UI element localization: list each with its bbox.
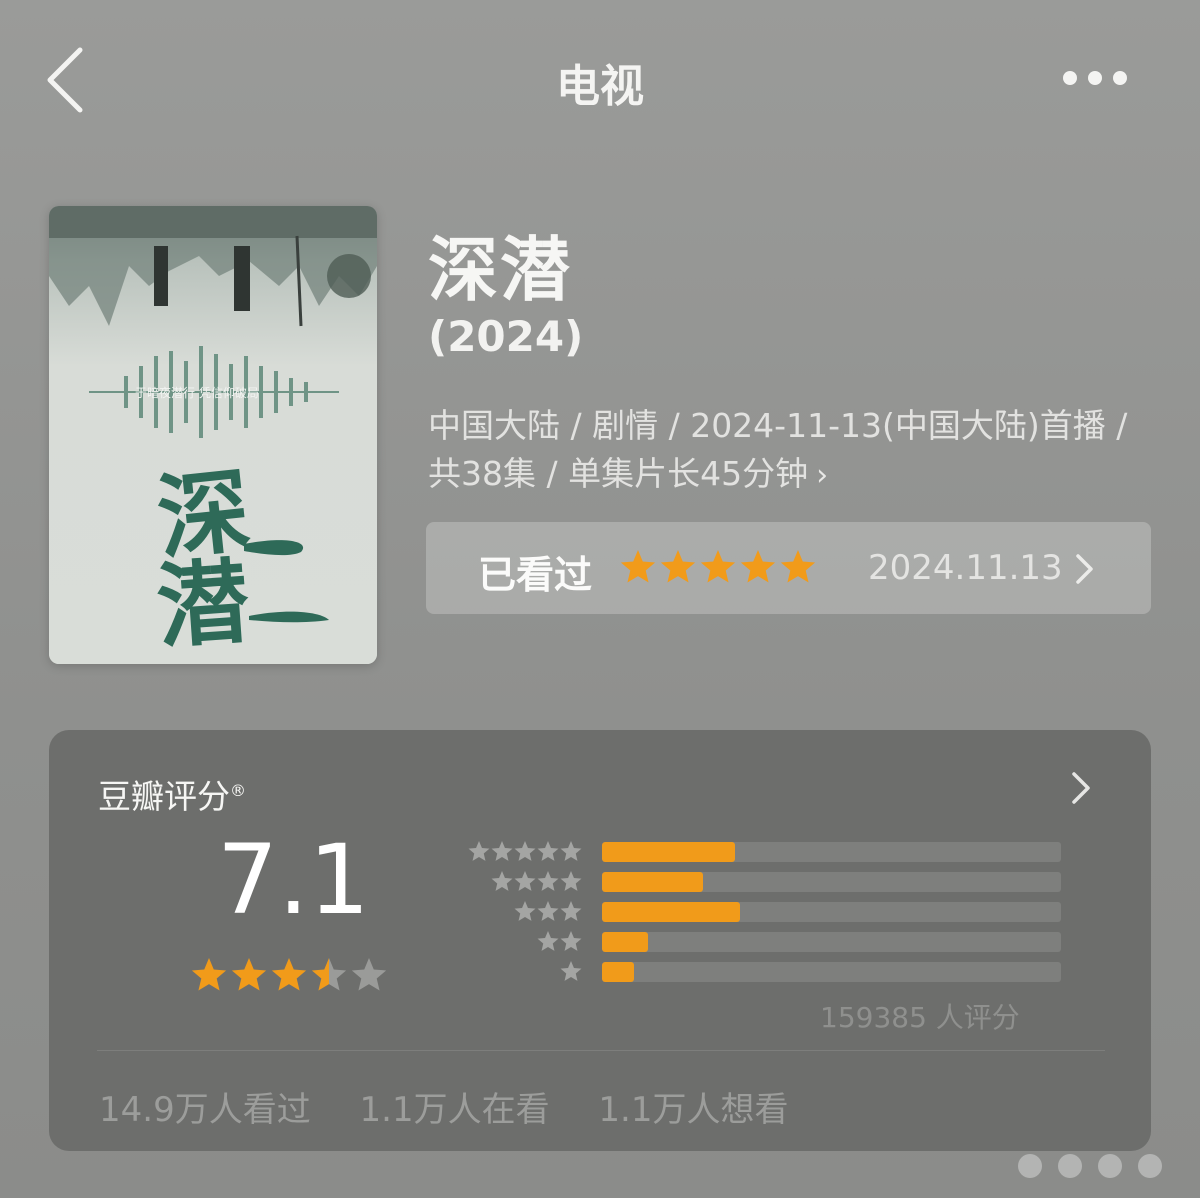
- star-icon: [660, 550, 696, 583]
- distribution-stars: [537, 931, 582, 951]
- douban-rating-card: 豆瓣评分® 7.1 159385 人评分 14.9万人看过 1.1万人在看 1.…: [49, 730, 1151, 1151]
- show-year: (2024): [428, 312, 584, 361]
- star-icon: [468, 841, 490, 861]
- audience-stats: 14.9万人看过 1.1万人在看 1.1万人想看: [99, 1082, 826, 1131]
- star-icon: [560, 931, 582, 951]
- show-meta-text: 中国大陆 / 剧情 / 2024-11-13(中国大陆)首播 / 共38集 / …: [428, 406, 1128, 493]
- rating-title: 豆瓣评分®: [98, 777, 246, 816]
- watched-label: 已看过: [478, 553, 593, 597]
- my-rating-stars: [620, 548, 816, 592]
- distribution-track: [602, 902, 1061, 922]
- distribution-row-2: [419, 928, 1061, 958]
- watched-date: 2024.11.13: [868, 548, 1063, 588]
- star-icon: [740, 550, 776, 583]
- distribution-track: [602, 962, 1061, 982]
- poster-art: 于暗夜潜行 凭信仰破局 深 潜: [49, 206, 377, 664]
- watermark-logo: [1018, 1154, 1162, 1178]
- star-icon: [514, 901, 536, 921]
- more-button[interactable]: [1052, 58, 1142, 98]
- star-icon: [351, 958, 387, 991]
- star-icon: [191, 958, 227, 991]
- distribution-bar: [602, 962, 635, 982]
- distribution-track: [602, 932, 1061, 952]
- star-icon: [491, 841, 513, 861]
- more-dots-icon: [1063, 71, 1127, 85]
- star-icon: [700, 550, 736, 583]
- star-icon: [560, 841, 582, 861]
- star-icon: [780, 550, 816, 583]
- distribution-bar: [602, 842, 736, 862]
- watching-count[interactable]: 1.1万人在看: [360, 1090, 550, 1130]
- svg-text:潜: 潜: [153, 547, 252, 661]
- chevron-right-icon: ›: [816, 458, 829, 493]
- divider: [97, 1050, 1105, 1051]
- distribution-stars: [560, 961, 582, 981]
- distribution-bar: [602, 932, 648, 952]
- star-icon: [560, 901, 582, 921]
- distribution-stars: [468, 841, 582, 861]
- star-icon: [537, 901, 559, 921]
- rating-count: 159385 人评分: [820, 1001, 1020, 1034]
- star-icon: [491, 871, 513, 891]
- distribution-row-5: [419, 838, 1061, 868]
- distribution-track: [602, 842, 1061, 862]
- distribution-track: [602, 872, 1061, 892]
- distribution-stars: [514, 901, 582, 921]
- watched-count[interactable]: 14.9万人看过: [99, 1090, 311, 1130]
- distribution-row-3: [419, 898, 1061, 928]
- chevron-right-icon: [1076, 554, 1093, 584]
- distribution-bar: [602, 902, 740, 922]
- distribution-row-1: [419, 958, 1061, 988]
- show-meta[interactable]: 中国大陆 / 剧情 / 2024-11-13(中国大陆)首播 / 共38集 / …: [428, 402, 1148, 500]
- distribution-stars: [491, 871, 582, 891]
- star-icon: [620, 550, 656, 583]
- star-icon: [537, 841, 559, 861]
- top-bar: 电视: [0, 0, 1200, 150]
- poster-tagline: 于暗夜潜行 凭信仰破局: [135, 385, 259, 400]
- watched-status-box[interactable]: 已看过 2024.11.13: [426, 522, 1151, 614]
- poster-image[interactable]: 于暗夜潜行 凭信仰破局 深 潜: [49, 206, 377, 664]
- star-icon: [271, 958, 307, 991]
- star-icon: [537, 871, 559, 891]
- star-icon: [514, 871, 536, 891]
- rating-score-stars: [189, 956, 389, 1000]
- rating-detail-button[interactable]: [1069, 770, 1093, 810]
- star-icon: [560, 961, 582, 981]
- show-title: 深潜: [428, 229, 572, 311]
- star-icon: [231, 958, 267, 991]
- star-icon: [514, 841, 536, 861]
- want-count[interactable]: 1.1万人想看: [598, 1090, 788, 1130]
- star-icon: [560, 871, 582, 891]
- chevron-right-icon: [1072, 772, 1090, 804]
- distribution-bar: [602, 872, 703, 892]
- distribution-row-4: [419, 868, 1061, 898]
- star-icon: [311, 958, 347, 991]
- page-title: 电视: [556, 61, 644, 112]
- star-icon: [537, 931, 559, 951]
- rating-score: 7.1: [217, 824, 370, 936]
